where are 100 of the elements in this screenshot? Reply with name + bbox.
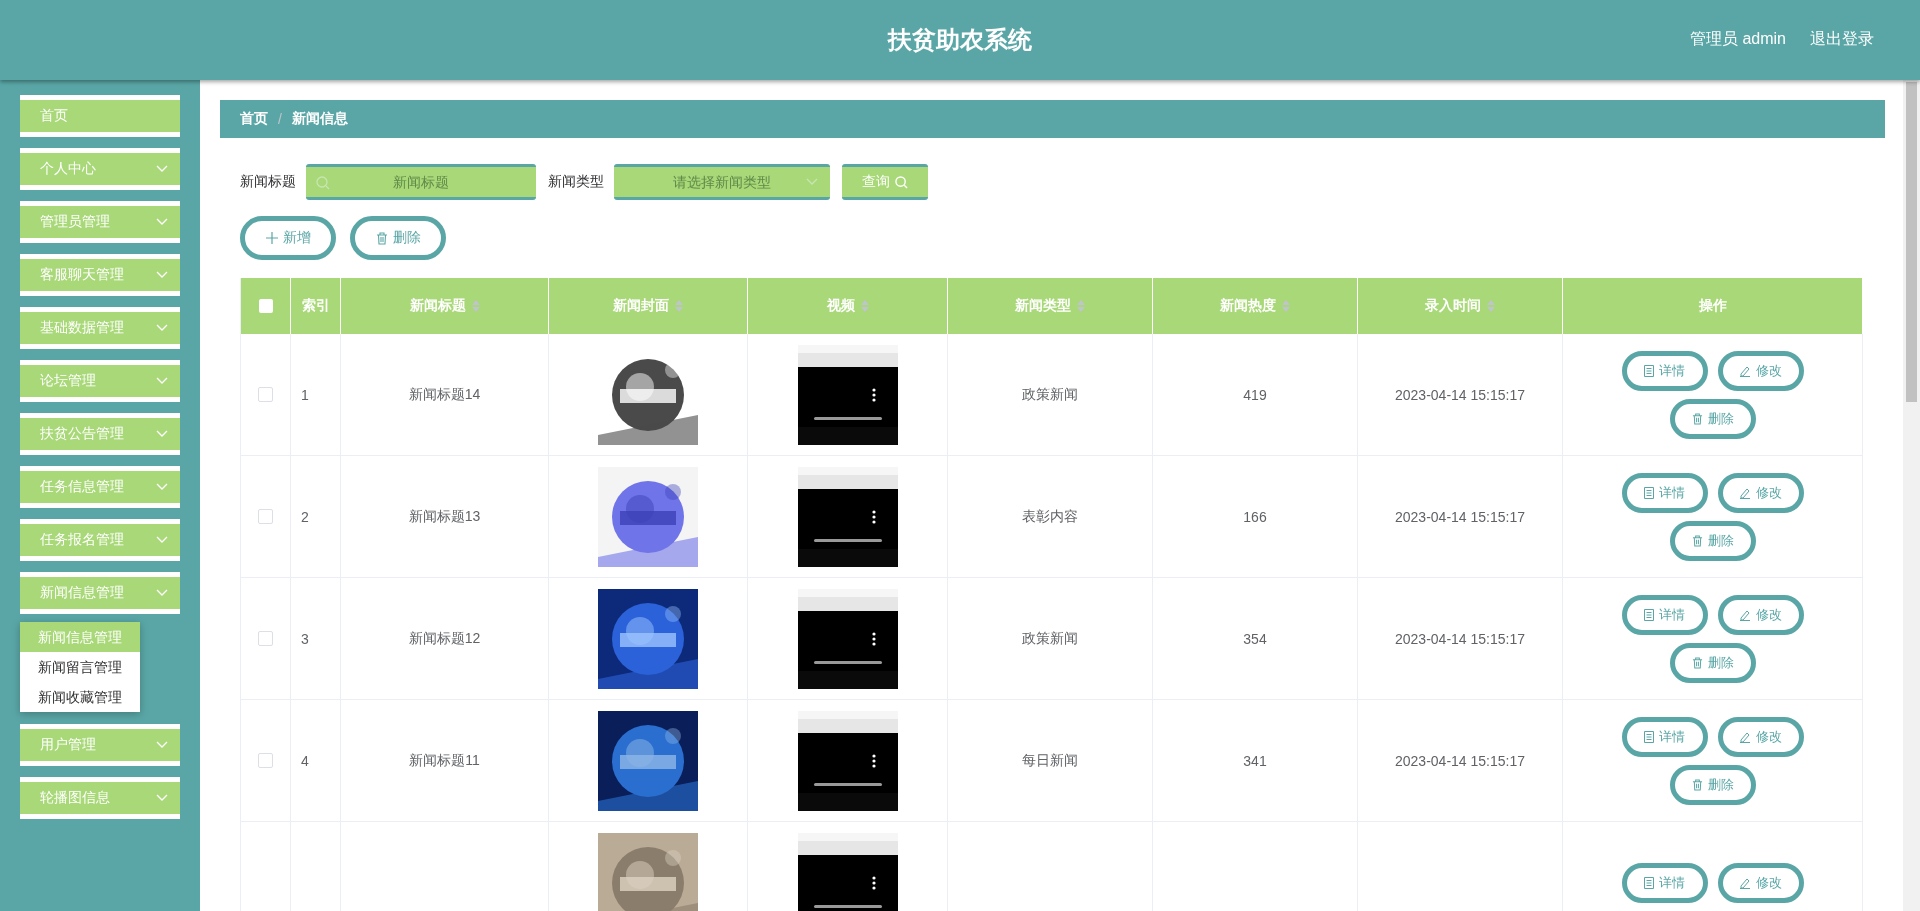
logout-link[interactable]: 退出登录: [1810, 29, 1874, 50]
chevron-icon: [156, 589, 168, 597]
table-cell: 新闻标题12: [408, 629, 481, 648]
table-cell: 1: [301, 386, 309, 403]
table-cell: 2023-04-14 15:15:17: [1395, 630, 1525, 647]
column-header[interactable]: 新闻类型: [948, 278, 1153, 334]
document-icon: [1644, 364, 1654, 377]
sort-icon: [1487, 300, 1495, 312]
system-title: 扶贫助农系统: [888, 25, 1032, 55]
table-cell: 政策新闻: [1022, 385, 1078, 404]
breadcrumb-separator: /: [278, 111, 282, 127]
edit-button[interactable]: 修改: [1717, 472, 1804, 513]
column-header[interactable]: 新闻标题: [341, 278, 549, 334]
column-header[interactable]: 新闻热度: [1153, 278, 1358, 334]
checkbox[interactable]: [258, 753, 273, 768]
checkbox[interactable]: [258, 387, 273, 402]
trash-icon: [1691, 778, 1703, 791]
pencil-icon: [1739, 364, 1751, 377]
chevron-icon: [156, 377, 168, 385]
menu-item[interactable]: 管理员管理: [20, 201, 180, 243]
chevron-icon: [156, 741, 168, 749]
delete-button[interactable]: 删除: [1669, 520, 1756, 561]
table-cell: 每日新闻: [1022, 751, 1078, 770]
pencil-icon: [1739, 486, 1751, 499]
breadcrumb-link[interactable]: 新闻信息: [291, 110, 348, 128]
query-button[interactable]: 查询: [842, 164, 928, 200]
checkbox[interactable]: [258, 299, 273, 313]
menu-item[interactable]: 任务报名管理: [20, 519, 180, 561]
table-cell: 354: [1243, 630, 1267, 647]
sort-icon: [1282, 300, 1290, 312]
edit-button[interactable]: 修改: [1717, 862, 1804, 903]
trash-icon: [1691, 656, 1703, 669]
menu-item[interactable]: 基础数据管理: [20, 307, 180, 349]
add-button[interactable]: 新增: [240, 216, 336, 260]
sort-icon: [471, 300, 480, 312]
document-icon: [1644, 730, 1654, 743]
trash-icon: [375, 231, 388, 245]
field-label: 新闻标题: [240, 173, 296, 191]
chevron-icon: [156, 218, 168, 226]
submenu-item[interactable]: 新闻信息管理: [20, 622, 140, 652]
document-icon: [1644, 486, 1654, 499]
plus-icon: [265, 232, 278, 244]
submenu-item[interactable]: 新闻收藏管理: [20, 682, 140, 712]
search-icon: [895, 175, 908, 189]
breadcrumb-link[interactable]: 首页: [240, 110, 268, 128]
detail-button[interactable]: 详情: [1621, 472, 1708, 513]
column-header[interactable]: 索引: [291, 278, 341, 334]
menu-item[interactable]: 首页: [20, 95, 180, 137]
checkbox[interactable]: [258, 631, 273, 646]
detail-button[interactable]: 详情: [1621, 862, 1708, 903]
detail-button[interactable]: 详情: [1621, 350, 1708, 391]
table-cell: 166: [1243, 508, 1267, 525]
table-cell: 419: [1243, 386, 1267, 403]
menu-item[interactable]: 任务信息管理: [20, 466, 180, 508]
detail-button[interactable]: 详情: [1621, 594, 1708, 635]
scrollbar[interactable]: [1903, 80, 1920, 911]
search-field[interactable]: 新闻标题: [306, 164, 536, 200]
edit-button[interactable]: 修改: [1717, 350, 1804, 391]
delete-button[interactable]: 删除: [350, 216, 446, 260]
submenu-item[interactable]: 新闻留言管理: [20, 652, 140, 682]
menu-item[interactable]: 客服聊天管理: [20, 254, 180, 296]
pencil-icon: [1739, 876, 1751, 889]
sort-icon: [675, 300, 683, 312]
delete-button[interactable]: 删除: [1669, 642, 1756, 683]
type-select[interactable]: 请选择新闻类型: [614, 164, 830, 200]
chevron-icon: [156, 324, 168, 332]
menu-item[interactable]: 用户管理: [20, 724, 180, 766]
table-cell: 341: [1243, 752, 1267, 769]
menu-item[interactable]: 个人中心: [20, 148, 180, 190]
chevron-icon: [156, 536, 168, 544]
document-icon: [1644, 608, 1654, 621]
column-header[interactable]: 操作: [1563, 278, 1863, 334]
table-cell: 表彰内容: [1022, 507, 1078, 526]
search-icon: [316, 176, 330, 190]
chevron-icon: [156, 165, 168, 173]
table-cell: 2023-04-14 15:15:17: [1395, 508, 1525, 525]
table-cell: 2023-04-14 15:15:17: [1395, 752, 1525, 769]
delete-button[interactable]: 删除: [1669, 398, 1756, 439]
edit-button[interactable]: 修改: [1717, 716, 1804, 757]
sort-icon: [1077, 300, 1085, 312]
pencil-icon: [1739, 730, 1751, 743]
detail-button[interactable]: 详情: [1621, 716, 1708, 757]
document-icon: [1644, 876, 1654, 889]
chevron-icon: [806, 178, 818, 186]
delete-button[interactable]: 删除: [1669, 764, 1756, 805]
column-header[interactable]: 录入时间: [1358, 278, 1563, 334]
field-label: 新闻类型: [548, 173, 604, 191]
column-header[interactable]: 视频: [748, 278, 948, 334]
edit-button[interactable]: 修改: [1717, 594, 1804, 635]
menu-item[interactable]: 新闻信息管理: [20, 572, 180, 614]
column-header[interactable]: 新闻封面: [549, 278, 748, 334]
menu-item[interactable]: 论坛管理: [20, 360, 180, 402]
table-cell: 政策新闻: [1022, 629, 1078, 648]
menu-item[interactable]: 轮播图信息: [20, 777, 180, 819]
table-cell: 4: [301, 752, 309, 769]
menu-item[interactable]: 扶贫公告管理: [20, 413, 180, 455]
table-cell: 新闻标题13: [408, 507, 481, 526]
trash-icon: [1691, 534, 1703, 547]
chevron-icon: [156, 794, 168, 802]
checkbox[interactable]: [258, 509, 273, 524]
